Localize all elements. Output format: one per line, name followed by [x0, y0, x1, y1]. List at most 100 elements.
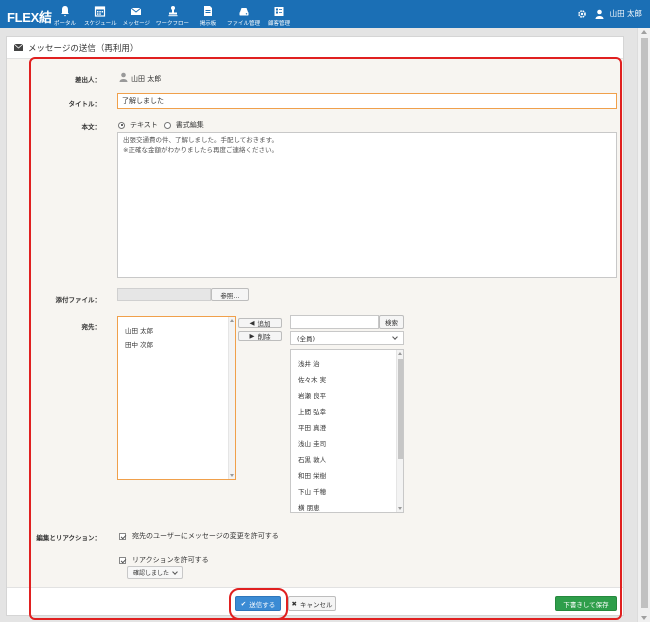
allow-edit-checkbox[interactable] — [119, 532, 126, 540]
nav-label: スケジュール — [84, 21, 117, 27]
browse-button[interactable]: 参照... — [211, 288, 249, 301]
calendar-icon — [95, 6, 106, 17]
panel-header: メッセージの送信（再利用） — [7, 37, 623, 59]
reaction-select-value: 確認しました — [132, 570, 169, 577]
nav-label: ワークフロー — [156, 21, 190, 27]
allow-edit-row: 宛先のユーザーにメッセージの変更を許可する — [119, 531, 279, 541]
nav-message[interactable]: メッセージ — [123, 0, 150, 28]
mode-text-radio[interactable] — [118, 121, 125, 129]
scroll-down-icon[interactable] — [641, 616, 647, 620]
top-bar: FLEX結 ポータル スケジュール メッセージ ワークフロー 掲示板 ファイル管… — [0, 0, 650, 28]
body-line: ※正確な金額がわかりましたら再度ご連絡ください。 — [123, 145, 278, 154]
nav-label: 掲示板 — [199, 21, 217, 27]
recipient-item[interactable]: 田中 次郎 — [125, 339, 153, 349]
body-label: 本文： — [81, 123, 102, 131]
body-line: 出張交通費の件、了解しました。手配しておきます。 — [123, 136, 278, 144]
nav-customers[interactable]: 顧客管理 — [266, 0, 292, 28]
user-list-item[interactable]: 佐々木 実 — [298, 374, 326, 384]
title-input[interactable] — [117, 93, 617, 109]
user-search-input[interactable] — [290, 315, 379, 329]
message-form: 差出人： 山田 太郎 タイトル： 本文： テキスト 書式編集 出張交通費の件、了… — [7, 59, 623, 589]
customer-icon — [274, 7, 284, 16]
reaction-select[interactable]: 確認しました — [127, 566, 183, 579]
user-list-item[interactable]: 横 朋恵 — [298, 502, 320, 512]
message-panel: メッセージの送信（再利用） 差出人： 山田 太郎 タイトル： 本文： テキスト … — [6, 36, 624, 616]
mail-icon — [14, 44, 23, 51]
add-recipient-button[interactable]: ◀ 追加 — [238, 318, 282, 328]
drive-icon — [239, 8, 249, 16]
page-body: メッセージの送信（再利用） 差出人： 山田 太郎 タイトル： 本文： テキスト … — [0, 28, 650, 622]
scroll-up-icon[interactable] — [641, 30, 647, 34]
user-menu[interactable]: 山田 太郎 — [577, 8, 642, 19]
mode-text-label[interactable]: テキスト — [130, 120, 158, 130]
page-scrollbar[interactable] — [637, 28, 650, 622]
attach-label: 添付ファイル： — [55, 296, 102, 304]
attach-file-path — [117, 288, 211, 301]
board-icon — [204, 6, 213, 16]
gear-icon[interactable] — [577, 9, 587, 19]
cancel-button[interactable]: ✖ キャンセル — [288, 596, 336, 611]
user-name[interactable]: 山田 太郎 — [610, 8, 642, 19]
allow-edit-label[interactable]: 宛先のユーザーにメッセージの変更を許可する — [132, 531, 279, 541]
nav-files[interactable]: ファイル管理 — [227, 0, 260, 28]
scroll-thumb[interactable] — [398, 359, 403, 459]
sender-name: 山田 太郎 — [131, 75, 162, 83]
recipient-item[interactable]: 山田 太郎 — [125, 325, 153, 335]
nav-portal[interactable]: ポータル — [52, 0, 78, 28]
to-label: 宛先： — [81, 323, 102, 331]
user-list-item[interactable]: 上間 弘幸 — [298, 406, 326, 416]
user-icon — [595, 9, 604, 19]
user-list-item[interactable]: 石黒 敦人 — [298, 454, 326, 464]
check-icon: ✔ — [240, 599, 247, 608]
scroll-down-icon[interactable] — [230, 474, 234, 477]
user-list-item[interactable]: 和田 栄樹 — [298, 470, 326, 480]
search-button[interactable]: 検索 — [379, 315, 404, 329]
mode-rich-radio[interactable] — [163, 121, 171, 129]
nav-label: メッセージ — [122, 21, 151, 27]
title-label: タイトル： — [68, 100, 102, 108]
nav-board[interactable]: 掲示板 — [195, 0, 221, 28]
allow-reaction-label[interactable]: リアクションを許可する — [132, 555, 209, 565]
group-select-value: (全員) — [297, 335, 316, 343]
sender-label: 差出人： — [75, 76, 101, 84]
user-icon — [119, 72, 128, 82]
nav-label: ポータル — [53, 21, 76, 27]
group-select[interactable]: (全員) — [290, 331, 404, 345]
user-list-item[interactable]: 下山 千穂 — [298, 486, 326, 496]
stamp-icon — [168, 6, 178, 17]
arrow-left-icon: ◀ — [249, 319, 255, 327]
nav-workflow[interactable]: ワークフロー — [156, 0, 189, 28]
user-list-item[interactable]: 岩瀬 良平 — [298, 390, 326, 400]
nav-label: 顧客管理 — [268, 21, 291, 27]
user-list[interactable]: 浅井 治 佐々木 実 岩瀬 良平 上間 弘幸 平田 真澄 浅山 圭司 石黒 敦人… — [290, 349, 404, 513]
user-list-item[interactable]: 浅井 治 — [298, 358, 320, 368]
user-list-scrollbar[interactable] — [396, 350, 403, 512]
chevron-down-icon — [172, 568, 178, 575]
mode-rich-label[interactable]: 書式編集 — [176, 120, 204, 130]
user-list-item[interactable]: 浅山 圭司 — [298, 438, 326, 448]
body-textarea[interactable]: 出張交通費の件、了解しました。手配しておきます。 ※正確な金額がわかりましたら再… — [117, 132, 617, 278]
scroll-up-icon[interactable] — [398, 352, 402, 355]
nav-schedule[interactable]: スケジュール — [84, 0, 117, 28]
app-logo[interactable]: FLEX結 — [7, 7, 52, 26]
recipient-list[interactable]: 山田 太郎 田中 次郎 — [117, 316, 236, 480]
remove-recipient-button[interactable]: ▶ 削除 — [238, 331, 282, 341]
recipient-scrollbar[interactable] — [228, 317, 235, 479]
chevron-down-icon — [392, 334, 398, 340]
scroll-thumb[interactable] — [641, 38, 648, 608]
send-button[interactable]: ✔ 送信する — [235, 596, 281, 611]
main-nav: ポータル スケジュール メッセージ ワークフロー 掲示板 ファイル管理 顧客管理 — [52, 0, 298, 28]
edit-reaction-label: 編集とリアクション： — [36, 534, 101, 542]
arrow-right-icon: ▶ — [249, 332, 255, 340]
scroll-up-icon[interactable] — [230, 319, 234, 322]
scroll-down-icon[interactable] — [398, 507, 402, 510]
add-label: 追加 — [257, 320, 271, 328]
bell-icon — [61, 6, 69, 17]
save-draft-button[interactable]: 下書きして保存 — [555, 596, 617, 611]
send-label: 送信する — [249, 600, 276, 609]
page-title: メッセージの送信（再利用） — [28, 43, 139, 54]
allow-reaction-checkbox[interactable] — [119, 556, 126, 564]
user-list-item[interactable]: 平田 真澄 — [298, 422, 326, 432]
form-footer: ✔ 送信する ✖ キャンセル 下書きして保存 — [7, 587, 623, 615]
mail-icon — [131, 7, 142, 15]
